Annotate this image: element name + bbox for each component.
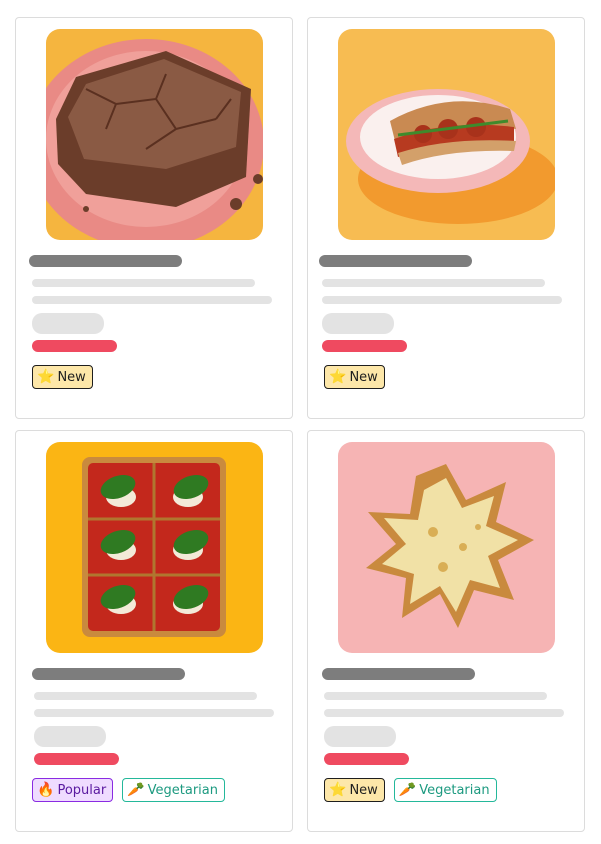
cheese-bread-image [338,442,555,653]
new-badge: ⭐ New [324,778,385,802]
meta-skeleton [322,313,394,334]
badge-label: Popular [57,782,107,798]
price-skeleton [32,340,117,352]
description-skeleton [32,296,272,304]
badge-label: New [57,369,86,385]
description-skeleton [322,279,545,287]
pizza-image [46,442,263,653]
description-skeleton [34,709,274,717]
fire-icon: 🔥 [37,782,55,798]
title-skeleton [29,255,182,267]
star-icon: ⭐ [37,369,55,385]
meta-skeleton [324,726,396,747]
badge-row: ⭐ New 🥕 Vegetarian [324,778,497,802]
star-icon: ⭐ [329,782,347,798]
title-skeleton [319,255,472,267]
carrot-icon: 🥕 [398,782,417,798]
title-skeleton [32,668,185,680]
badge-row: ⭐ New [324,365,385,389]
vegetarian-badge: 🥕 Vegetarian [393,778,497,802]
new-badge: ⭐ New [324,365,385,389]
product-card[interactable]: ⭐ New [15,17,293,419]
description-skeleton [324,692,547,700]
product-card[interactable]: 🔥 Popular 🥕 Vegetarian [15,430,293,832]
description-skeleton [34,692,257,700]
title-skeleton [322,668,475,680]
description-skeleton [322,296,562,304]
price-skeleton [322,340,407,352]
price-skeleton [34,753,119,765]
badge-row: ⭐ New [32,365,93,389]
badge-label: Vegetarian [419,782,490,798]
description-skeleton [32,279,255,287]
badge-label: New [349,782,378,798]
description-skeleton [324,709,564,717]
sandwich-image [338,29,555,240]
meta-skeleton [32,313,104,334]
carrot-icon: 🥕 [127,782,145,798]
badge-label: New [349,369,378,385]
product-card[interactable]: ⭐ New [307,17,585,419]
brownie-image [46,29,263,240]
price-skeleton [324,753,409,765]
vegetarian-badge: 🥕 Vegetarian [122,778,225,802]
popular-badge: 🔥 Popular [32,778,114,802]
product-card[interactable]: ⭐ New 🥕 Vegetarian [307,430,585,832]
badge-label: Vegetarian [147,782,218,798]
meta-skeleton [34,726,106,747]
new-badge: ⭐ New [32,365,93,389]
badge-row: 🔥 Popular 🥕 Vegetarian [32,778,225,802]
star-icon: ⭐ [329,369,347,385]
